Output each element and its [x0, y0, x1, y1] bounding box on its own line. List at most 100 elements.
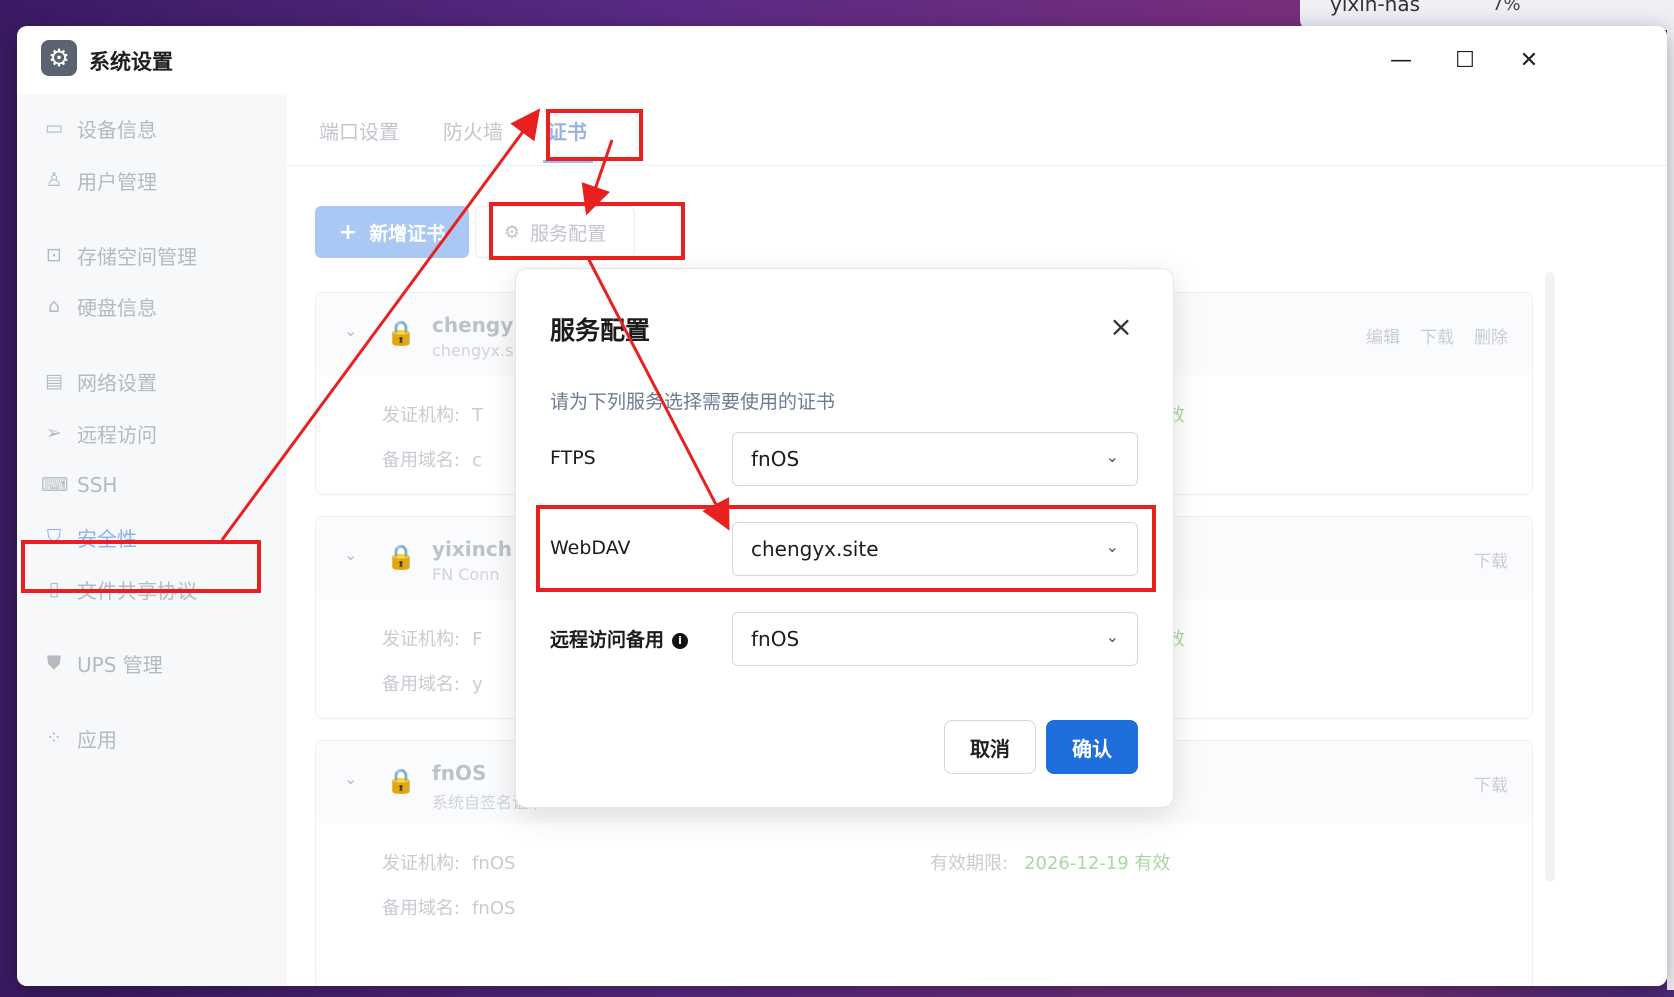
- validity-label: 有效期限:: [930, 853, 1009, 874]
- tab-firewall[interactable]: 防火墙: [443, 116, 503, 145]
- apps-icon: ⁘: [46, 727, 62, 749]
- confirm-button[interactable]: 确认: [1046, 720, 1138, 774]
- issuer-label: 发证机构:: [382, 853, 461, 874]
- cert-subtitle: FN Conn: [432, 565, 500, 584]
- sidebar-item-network[interactable]: ▤ 网络设置: [41, 361, 261, 401]
- cert-actions: 编辑 下载 删除: [1366, 323, 1508, 348]
- sidebar-item-label: 远程访问: [77, 422, 157, 447]
- domain-value: fnOS: [472, 898, 516, 919]
- download-link[interactable]: 下载: [1474, 771, 1508, 796]
- sidebar-item-label: SSH: [77, 473, 118, 497]
- sidebar-item-users[interactable]: ♙ 用户管理: [41, 160, 261, 200]
- lock-icon: 🔒: [386, 543, 416, 571]
- ftps-value: fnOS: [751, 447, 800, 471]
- cert-actions: 下载: [1474, 547, 1508, 572]
- delete-link[interactable]: 删除: [1474, 323, 1508, 348]
- user-icon: ♙: [45, 169, 63, 191]
- code-icon: ⌨: [41, 474, 69, 496]
- remote-backup-select[interactable]: fnOS ⌄: [732, 612, 1138, 666]
- tab-certificates[interactable]: 证书: [547, 116, 587, 145]
- disk-icon: ⌂: [47, 295, 61, 317]
- issuer-value: fnOS: [472, 853, 516, 874]
- chevron-down-icon[interactable]: ⌄: [344, 769, 357, 788]
- download-link[interactable]: 下载: [1474, 547, 1508, 572]
- webdav-label: WebDAV: [550, 537, 631, 559]
- download-link[interactable]: 下载: [1420, 323, 1454, 348]
- close-window-button[interactable]: ✕: [1511, 42, 1547, 78]
- domain-value: c: [472, 450, 482, 471]
- sidebar-item-label: 硬盘信息: [77, 295, 157, 320]
- cert-issuer: 发证机构: fnOS: [382, 849, 515, 875]
- file-icon: ▯: [48, 578, 60, 600]
- chevron-down-icon[interactable]: ⌄: [344, 545, 357, 564]
- service-config-button[interactable]: ⚙ 服务配置: [475, 206, 635, 258]
- minimize-button[interactable]: —: [1383, 42, 1419, 78]
- cert-domain: 备用域名: c: [382, 446, 482, 472]
- domain-label: 备用域名:: [382, 450, 461, 471]
- service-config-label: 服务配置: [530, 222, 607, 245]
- monitor-icon: ▭: [45, 117, 63, 139]
- webdav-value: chengyx.site: [751, 537, 879, 561]
- info-icon[interactable]: i: [672, 632, 689, 649]
- sidebar-item-disk[interactable]: ⌂ 硬盘信息: [41, 286, 261, 326]
- sidebar-item-label: 安全性: [77, 526, 137, 551]
- scrollbar[interactable]: [1545, 272, 1555, 882]
- lock-icon: 🔒: [386, 767, 416, 795]
- sidebar-item-file-sharing[interactable]: ▯ 文件共享协议: [41, 569, 261, 609]
- add-certificate-button[interactable]: + 新增证书: [315, 206, 469, 258]
- issuer-label: 发证机构:: [382, 629, 461, 650]
- cert-name: yixinch: [432, 537, 512, 561]
- sidebar-item-label: 网络设置: [77, 370, 157, 395]
- cert-validity: 有效期限: 2026-12-19 有效: [930, 849, 1170, 875]
- cert-domain: 备用域名: fnOS: [382, 894, 515, 920]
- cert-issuer: 发证机构: F: [382, 625, 482, 651]
- domain-label: 备用域名:: [382, 898, 461, 919]
- sidebar-item-device-info[interactable]: ▭ 设备信息: [41, 108, 261, 148]
- edit-link[interactable]: 编辑: [1366, 323, 1400, 348]
- cert-name: fnOS: [432, 761, 487, 785]
- gear-icon: ⚙: [41, 40, 77, 76]
- maximize-button[interactable]: ☐: [1447, 42, 1483, 78]
- sidebar-item-label: 存储空间管理: [77, 244, 197, 269]
- cert-issuer: 发证机构: T: [382, 401, 483, 427]
- sidebar-item-label: 设备信息: [77, 117, 157, 142]
- cert-name: chengy: [432, 313, 514, 337]
- widget-text: yixin-nas: [1330, 0, 1421, 16]
- chevron-down-icon: ⌄: [1105, 627, 1119, 646]
- close-icon[interactable]: ×: [1104, 309, 1138, 343]
- sidebar-item-label: 用户管理: [77, 169, 157, 194]
- domain-label: 备用域名:: [382, 674, 461, 695]
- cancel-button[interactable]: 取消: [944, 720, 1036, 774]
- active-tab-indicator: [543, 160, 593, 163]
- dialog-title: 服务配置: [550, 316, 651, 345]
- cert-subtitle: chengyx.s: [432, 341, 514, 360]
- sidebar-item-label: 文件共享协议: [77, 578, 197, 603]
- domain-value: y: [472, 674, 483, 695]
- remote-backup-value: fnOS: [751, 627, 800, 651]
- send-icon: ➢: [46, 422, 62, 444]
- tab-port-settings[interactable]: 端口设置: [319, 116, 399, 145]
- sidebar-item-ups[interactable]: ⛊ UPS 管理: [41, 643, 261, 683]
- sidebar-item-remote[interactable]: ➢ 远程访问: [41, 413, 261, 453]
- sidebar-item-label: 应用: [77, 727, 117, 752]
- cert-actions: 下载: [1474, 771, 1508, 796]
- ftps-label: FTPS: [550, 447, 596, 469]
- webdav-select[interactable]: chengyx.site ⌄: [732, 522, 1138, 576]
- chevron-down-icon: ⌄: [1105, 537, 1119, 556]
- sidebar-item-apps[interactable]: ⁘ 应用: [41, 718, 261, 758]
- issuer-value: F: [472, 629, 483, 650]
- chevron-down-icon: ⌄: [1105, 447, 1119, 466]
- sidebar: ▭ 设备信息 ♙ 用户管理 ⊡ 存储空间管理 ⌂ 硬盘信息 ▤ 网络设置 ➢ 远…: [17, 94, 287, 986]
- shield-icon: ⛊: [46, 652, 62, 674]
- service-config-dialog: 服务配置 × 请为下列服务选择需要使用的证书 FTPS fnOS ⌄ WebDA…: [515, 268, 1174, 808]
- sidebar-item-ssh[interactable]: ⌨ SSH: [41, 465, 261, 505]
- widget-percent: 7%: [1492, 0, 1521, 15]
- remote-backup-label: 远程访问备用 i: [550, 625, 689, 652]
- sidebar-item-security[interactable]: ⛉ 安全性: [41, 517, 261, 557]
- ftps-select[interactable]: fnOS ⌄: [732, 432, 1138, 486]
- sidebar-item-storage[interactable]: ⊡ 存储空间管理: [41, 235, 261, 275]
- add-certificate-label: 新增证书: [369, 222, 446, 245]
- shield-check-icon: ⛉: [46, 526, 62, 548]
- remote-backup-text: 远程访问备用: [550, 629, 665, 651]
- chevron-down-icon[interactable]: ⌄: [344, 321, 357, 340]
